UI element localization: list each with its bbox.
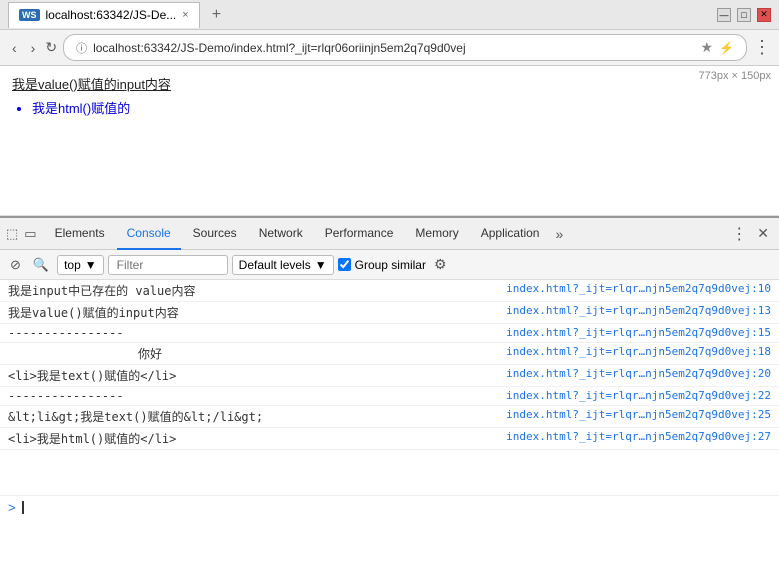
console-output[interactable]: 我是input中已存在的 value内容index.html?_ijt=rlqr…	[0, 280, 779, 495]
group-similar-checkbox[interactable]: Group similar	[338, 258, 426, 272]
console-message: 你好	[8, 345, 506, 362]
context-arrow-icon: ▼	[85, 258, 97, 272]
tab-memory[interactable]: Memory	[405, 218, 468, 250]
devtools-tabbar: ⬚ ▭ Elements Console Sources Network Per…	[0, 218, 779, 250]
lock-icon: ⓘ	[76, 40, 87, 56]
tab-elements[interactable]: Elements	[45, 218, 115, 250]
console-row: 你好index.html?_ijt=rlqr…njn5em2q7q9d0vej:…	[0, 343, 779, 365]
browser-tab[interactable]: WS localhost:63342/JS-De... ×	[8, 2, 200, 28]
console-message: ----------------	[8, 389, 506, 403]
url-bar[interactable]: ⓘ localhost:63342/JS-Demo/index.html?_ij…	[63, 34, 747, 61]
context-select[interactable]: top ▼	[57, 255, 104, 275]
console-row: <li>我是text()赋值的</li>index.html?_ijt=rlqr…	[0, 365, 779, 387]
console-source-link[interactable]: index.html?_ijt=rlqr…njn5em2q7q9d0vej:15	[506, 326, 771, 339]
new-tab-button[interactable]: +	[206, 6, 227, 24]
devtools-menu-icon[interactable]: ⋮	[727, 224, 751, 244]
levels-arrow-icon: ▼	[315, 258, 327, 272]
console-source-link[interactable]: index.html?_ijt=rlqr…njn5em2q7q9d0vej:27	[506, 430, 771, 443]
console-settings-button[interactable]: ⚙	[434, 256, 447, 273]
filter-input[interactable]	[108, 255, 228, 275]
page-list: 我是html()赋值的	[32, 98, 767, 117]
console-row: <li>我是html()赋值的</li>index.html?_ijt=rlqr…	[0, 428, 779, 450]
console-source-link[interactable]: index.html?_ijt=rlqr…njn5em2q7q9d0vej:13	[506, 304, 771, 317]
devtools-inspect-icon[interactable]: ⬚	[6, 226, 18, 242]
console-message: &lt;li&gt;我是text()赋值的&lt;/li&gt;	[8, 408, 506, 425]
console-row: &lt;li&gt;我是text()赋值的&lt;/li&gt;index.ht…	[0, 406, 779, 428]
group-similar-check[interactable]	[338, 258, 351, 271]
clear-icon: ⊘	[10, 257, 21, 273]
console-row: 我是value()赋值的input内容index.html?_ijt=rlqr……	[0, 302, 779, 324]
back-button[interactable]: ‹	[8, 38, 21, 58]
close-button[interactable]: ✕	[757, 8, 771, 22]
tab-network[interactable]: Network	[249, 218, 313, 250]
page-size-label: 773px × 150px	[699, 70, 771, 82]
maximize-button[interactable]: □	[737, 8, 751, 22]
clear-console-button[interactable]: ⊘	[6, 255, 25, 275]
browser-menu-button[interactable]: ⋮	[753, 37, 771, 58]
devtools-panel: ⬚ ▭ Elements Console Sources Network Per…	[0, 216, 779, 519]
default-levels-select[interactable]: Default levels ▼	[232, 255, 334, 275]
context-label: top	[64, 258, 81, 272]
console-input-row: >	[0, 495, 779, 519]
window-controls: — □ ✕	[717, 8, 771, 22]
tab-label: localhost:63342/JS-De...	[46, 8, 177, 22]
console-toolbar: ⊘ 🔍 top ▼ Default levels ▼ Group similar…	[0, 250, 779, 280]
tab-sources[interactable]: Sources	[183, 218, 247, 250]
console-source-link[interactable]: index.html?_ijt=rlqr…njn5em2q7q9d0vej:18	[506, 345, 771, 358]
settings-icon: ⚙	[434, 256, 447, 272]
forward-button[interactable]: ›	[27, 38, 40, 58]
ws-icon: WS	[19, 9, 40, 21]
console-row: 我是input中已存在的 value内容index.html?_ijt=rlqr…	[0, 280, 779, 302]
bookmark-icon[interactable]: ★	[700, 39, 713, 56]
page-content: 773px × 150px 我是value()赋值的input内容 我是html…	[0, 66, 779, 216]
console-source-link[interactable]: index.html?_ijt=rlqr…njn5em2q7q9d0vej:25	[506, 408, 771, 421]
page-list-item: 我是html()赋值的	[32, 98, 767, 117]
console-source-link[interactable]: index.html?_ijt=rlqr…njn5em2q7q9d0vej:20	[506, 367, 771, 380]
console-prompt-icon: >	[8, 500, 16, 515]
console-source-link[interactable]: index.html?_ijt=rlqr…njn5em2q7q9d0vej:10	[506, 282, 771, 295]
title-bar-left: WS localhost:63342/JS-De... × +	[8, 2, 227, 28]
page-line1: 我是value()赋值的input内容	[12, 77, 171, 92]
console-message: <li>我是html()赋值的</li>	[8, 430, 506, 447]
group-similar-label: Group similar	[355, 258, 426, 272]
tab-application[interactable]: Application	[471, 218, 550, 250]
power-icon[interactable]: ⚡	[719, 41, 734, 55]
filter-toggle-button[interactable]: 🔍	[29, 255, 53, 275]
default-levels-label: Default levels	[239, 258, 311, 272]
reload-button[interactable]: ↻	[45, 39, 57, 56]
title-bar: WS localhost:63342/JS-De... × + — □ ✕	[0, 0, 779, 30]
filter-icon: 🔍	[33, 257, 49, 273]
devtools-device-icon[interactable]: ▭	[24, 226, 36, 242]
console-source-link[interactable]: index.html?_ijt=rlqr…njn5em2q7q9d0vej:22	[506, 389, 771, 402]
devtools-close-icon[interactable]: ✕	[753, 225, 773, 242]
tab-performance[interactable]: Performance	[315, 218, 404, 250]
tab-close-icon[interactable]: ×	[182, 9, 188, 21]
console-message: 我是value()赋值的input内容	[8, 304, 506, 321]
console-message: <li>我是text()赋值的</li>	[8, 367, 506, 384]
url-text: localhost:63342/JS-Demo/index.html?_ijt=…	[93, 41, 694, 55]
console-cursor	[22, 501, 24, 514]
console-message: 我是input中已存在的 value内容	[8, 282, 506, 299]
minimize-button[interactable]: —	[717, 8, 731, 22]
devtools-more-tabs[interactable]: »	[555, 226, 563, 242]
tab-console[interactable]: Console	[117, 218, 181, 250]
console-row: ----------------index.html?_ijt=rlqr…njn…	[0, 387, 779, 406]
console-row: ----------------index.html?_ijt=rlqr…njn…	[0, 324, 779, 343]
address-bar: ‹ › ↻ ⓘ localhost:63342/JS-Demo/index.ht…	[0, 30, 779, 66]
console-message: ----------------	[8, 326, 506, 340]
